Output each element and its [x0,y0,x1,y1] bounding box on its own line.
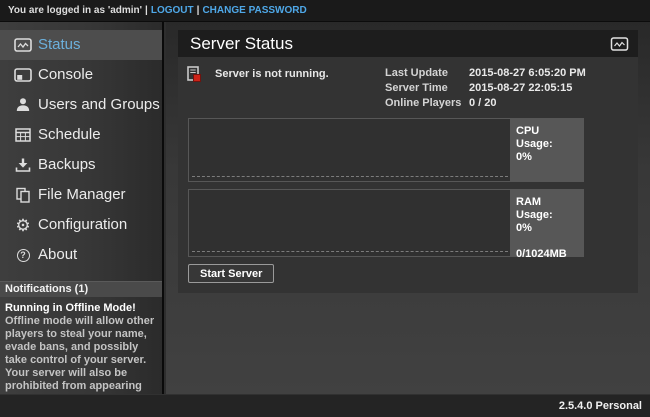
notifications-header[interactable]: Notifications (1) [0,281,162,297]
online-players-value: 0 / 20 [469,98,586,109]
separator: | [142,5,151,16]
sidebar-item-schedule[interactable]: Schedule [0,120,162,150]
login-status-bar: You are logged in as 'admin'|LOGOUT|CHAN… [0,0,650,22]
sidebar-item-file-manager[interactable]: File Manager [0,180,162,210]
info-label: Online Players [385,98,469,109]
cpu-usage-readout: CPU Usage: 0% [510,119,583,181]
server-info-grid: Last Update 2015-08-27 6:05:20 PM Server… [385,68,586,109]
logout-link[interactable]: LOGOUT [151,5,194,16]
cpu-usage-chart: CPU Usage: 0% [188,118,584,182]
sidebar: Status Console Users and Groups Schedule [0,22,164,394]
cpu-chart-area [189,119,510,181]
sidebar-item-label: Configuration [38,210,127,240]
ram-chart-area [189,190,510,256]
sidebar-item-configuration[interactable]: ⚙ Configuration [0,210,162,240]
status-chart-icon [610,37,629,51]
console-icon [13,65,33,85]
info-label: Last Update [385,68,469,79]
change-password-link[interactable]: CHANGE PASSWORD [202,5,306,16]
ram-usage-chart: RAM Usage: 0% 0/1024MB [188,189,584,257]
sidebar-item-label: Status [38,30,81,60]
server-status-panel: Server Status Server is not running. Las… [178,30,638,293]
ram-usage-readout: RAM Usage: 0% 0/1024MB [510,190,583,256]
sidebar-nav: Status Console Users and Groups Schedule [0,30,162,270]
question-circle-icon: ? [13,245,33,265]
main-content: Server Status Server is not running. Las… [166,22,650,394]
mcmyadmin-app: You are logged in as 'admin'|LOGOUT|CHAN… [0,0,650,417]
logged-in-text: You are logged in as 'admin' [8,5,142,16]
cpu-usage-value: 0% [516,151,577,164]
page-title: Server Status [178,30,638,57]
server-stopped-icon [186,66,203,83]
ram-usage-detail: 0/1024MB [516,248,577,261]
files-icon [13,185,33,205]
sidebar-item-about[interactable]: ? About [0,240,162,270]
download-tray-icon [13,155,33,175]
server-time-value: 2015-08-27 22:05:15 [469,83,586,94]
sidebar-item-console[interactable]: Console [0,60,162,90]
ram-zero-line [192,251,508,252]
sidebar-item-label: Backups [38,150,96,180]
sidebar-item-status[interactable]: Status [0,30,162,60]
info-label: Server Time [385,83,469,94]
sidebar-item-label: Console [38,60,93,90]
last-update-value: 2015-08-27 6:05:20 PM [469,68,586,79]
cpu-usage-label: CPU Usage: [516,125,577,151]
ram-usage-label: RAM Usage: [516,196,577,222]
sidebar-item-label: About [38,240,77,270]
ram-usage-value: 0% [516,222,577,235]
footer-bar: 2.5.4.0 Personal [0,394,650,417]
server-status-message: Server is not running. [215,66,329,83]
notification-title: Running in Offline Mode! [5,302,156,315]
server-status-row: Server is not running. [186,66,203,83]
start-server-button[interactable]: Start Server [188,264,274,283]
sidebar-item-label: Users and Groups [38,90,160,120]
sidebar-item-users-and-groups[interactable]: Users and Groups [0,90,162,120]
gear-icon: ⚙ [13,215,33,235]
version-label: 2.5.4.0 Personal [559,395,642,417]
panel-header: Server Status [178,30,638,57]
status-chart-icon [13,35,33,55]
cpu-zero-line [192,176,508,177]
sidebar-item-label: File Manager [38,180,126,210]
sidebar-item-backups[interactable]: Backups [0,150,162,180]
users-icon [13,95,33,115]
panel-body: Server is not running. Last Update 2015-… [178,57,638,293]
schedule-grid-icon [13,125,33,145]
sidebar-item-label: Schedule [38,120,101,150]
